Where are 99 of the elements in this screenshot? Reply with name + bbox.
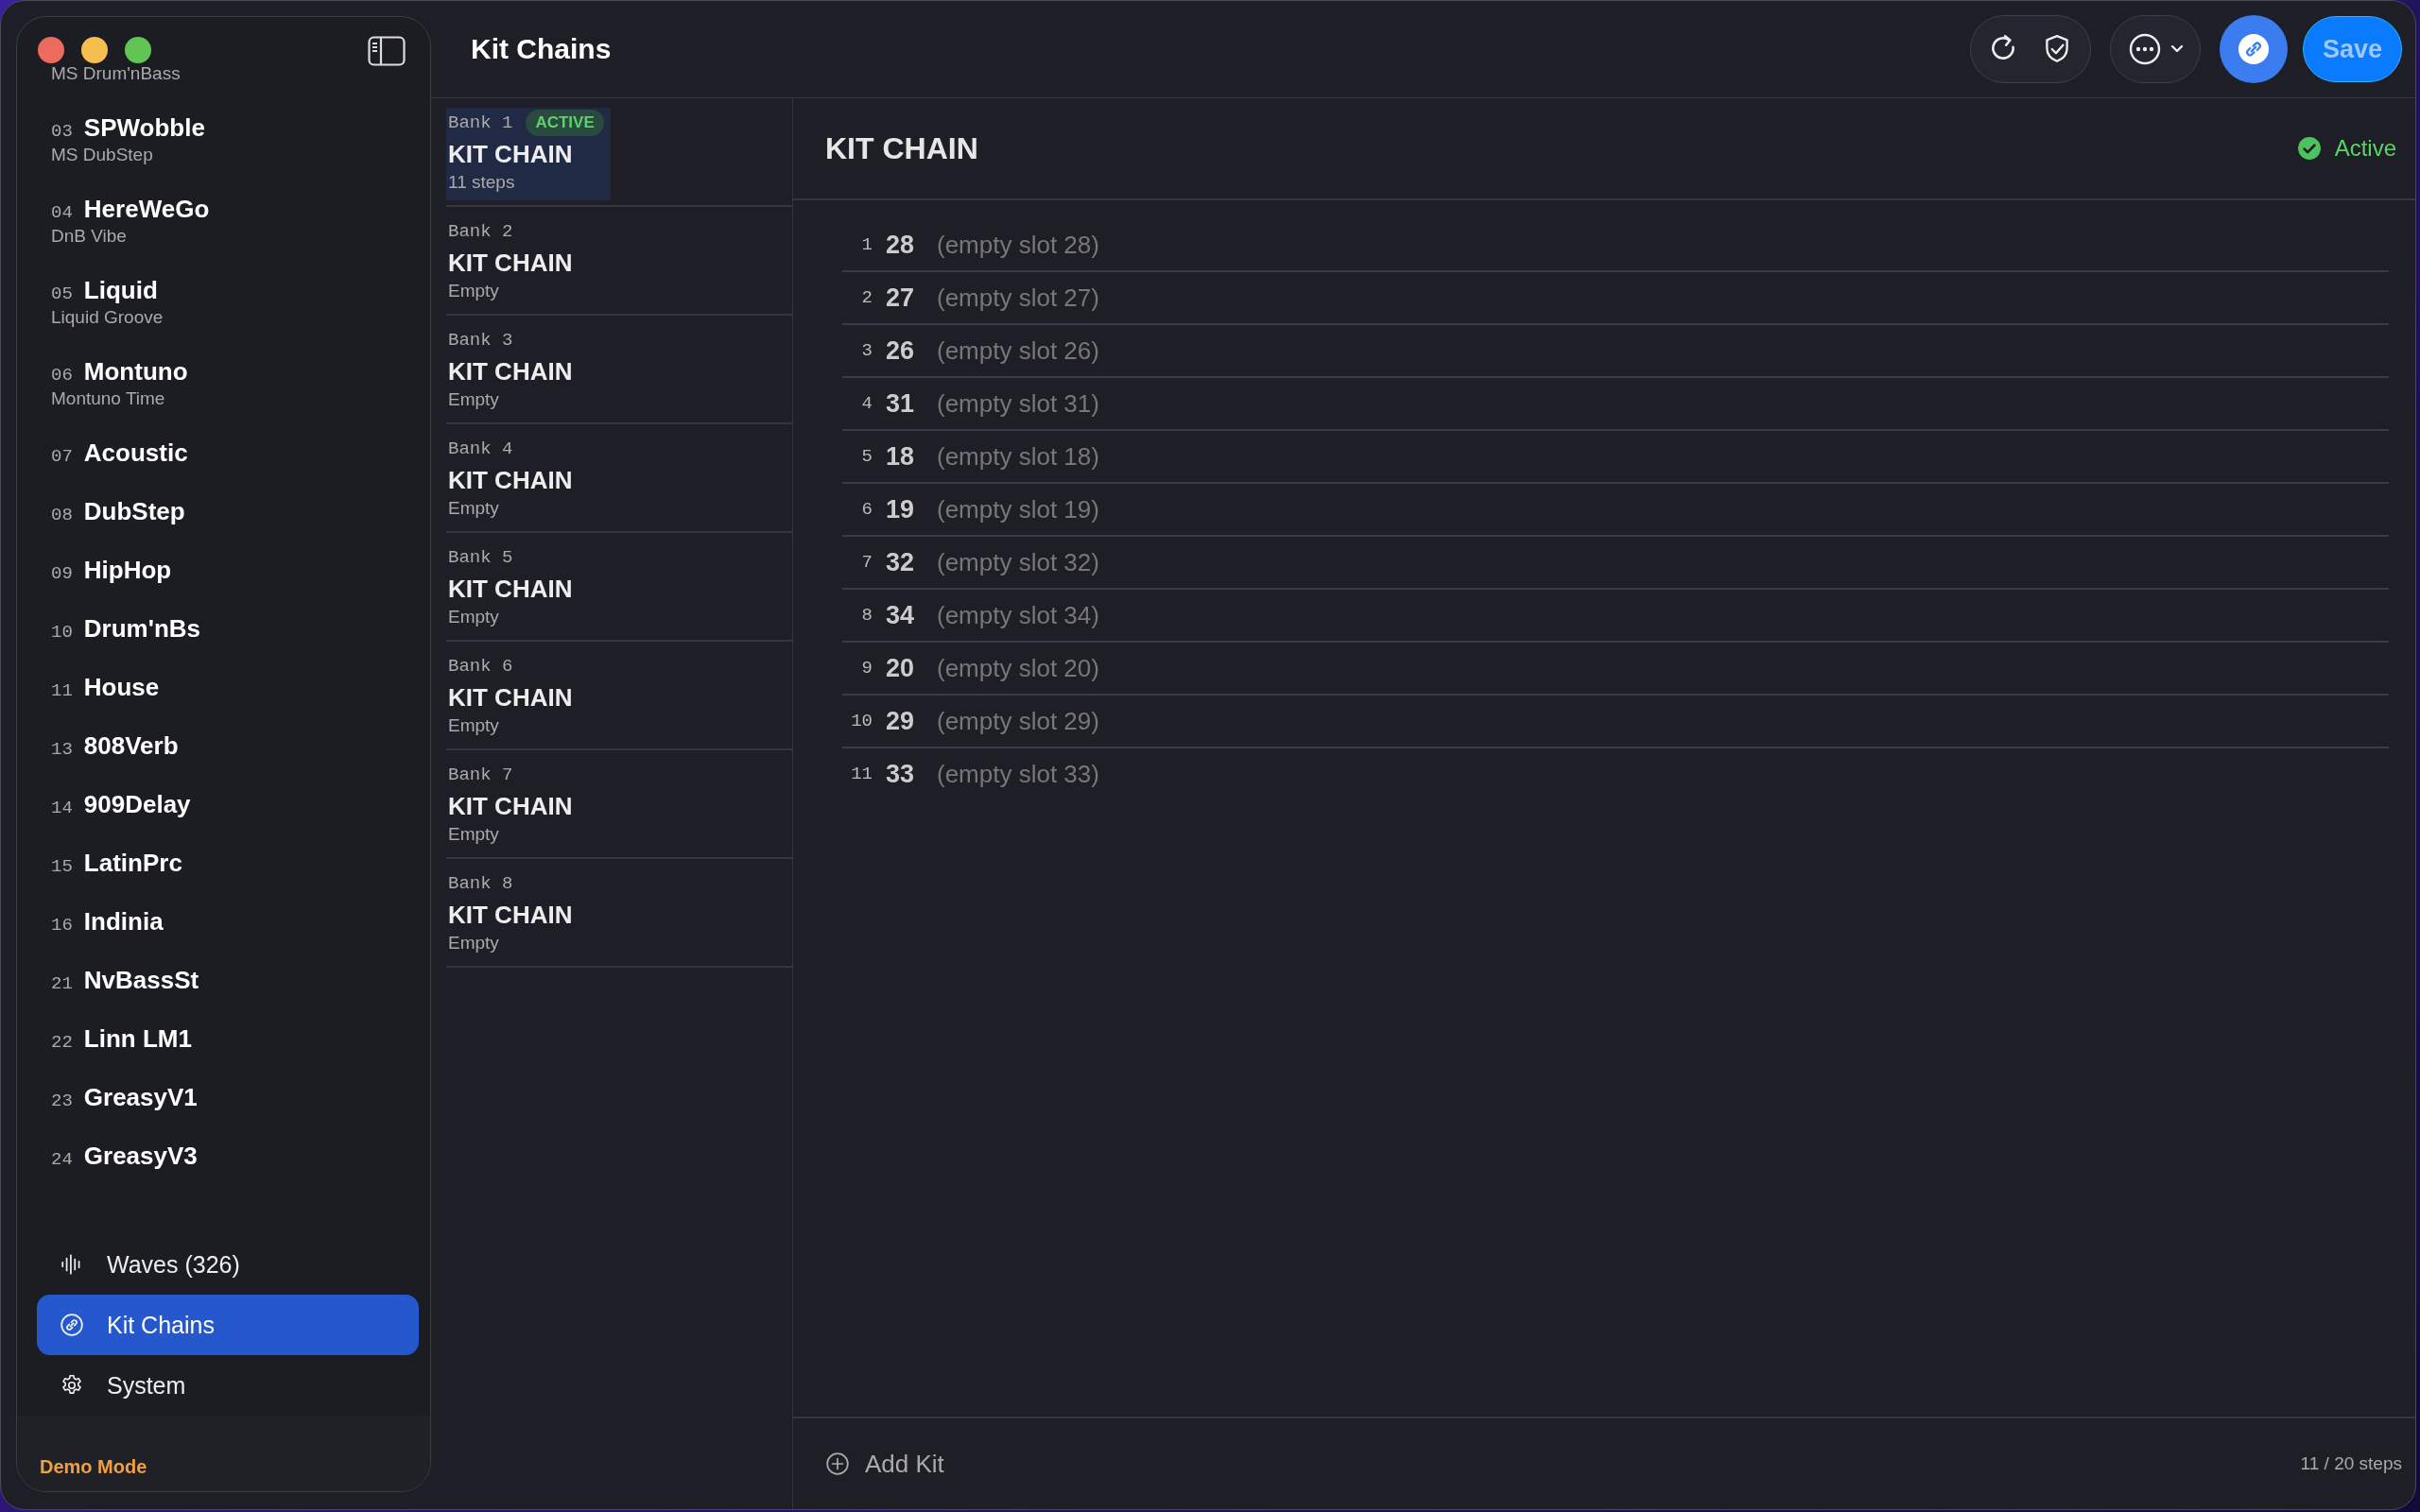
kit-number: 22 <box>51 1031 73 1055</box>
step-count: 11 / 20 steps <box>2300 1453 2402 1474</box>
step-index: 10 <box>850 711 873 731</box>
kit-number: 13 <box>51 738 73 762</box>
bank-item[interactable]: Bank 8 KIT CHAIN Empty <box>446 868 611 961</box>
kit-number: 15 <box>51 855 73 879</box>
step-index: 11 <box>850 764 873 784</box>
kit-number: 23 <box>51 1090 73 1113</box>
close-button[interactable] <box>38 37 64 63</box>
slot-name: (empty slot 27) <box>937 283 1099 313</box>
kit-subtitle: MS DubStep <box>51 144 153 166</box>
bank-item[interactable]: Bank 4 KIT CHAIN Empty <box>446 434 611 526</box>
kit-number: 08 <box>51 504 73 527</box>
chain-title: KIT CHAIN <box>825 130 979 166</box>
kit-number: 10 <box>51 621 73 644</box>
link-icon <box>2237 33 2270 65</box>
active-badge: ACTIVE <box>526 110 604 136</box>
slot-name: (empty slot 18) <box>937 441 1099 472</box>
slot-name: (empty slot 29) <box>937 706 1099 736</box>
step-index: 8 <box>860 605 873 626</box>
kit-number: 14 <box>51 797 73 820</box>
bank-item[interactable]: Bank 6 KIT CHAIN Empty <box>446 651 611 744</box>
window-title: Kit Chains <box>471 33 612 65</box>
slot-name: (empty slot 31) <box>937 388 1099 419</box>
slot-name: (empty slot 33) <box>937 759 1099 789</box>
kit-number: 33 <box>886 759 916 789</box>
kit-name[interactable]: GreasyV3 <box>83 1140 198 1172</box>
kit-number: 07 <box>51 445 73 469</box>
kit-name[interactable]: Drum'nBs <box>83 612 200 644</box>
kit-subtitle: Montuno Time <box>51 387 165 410</box>
plus-circle-icon <box>825 1452 850 1476</box>
sidebar-item[interactable]: Kit Chains <box>37 1295 419 1355</box>
slot-name: (empty slot 32) <box>937 547 1099 577</box>
step-index: 3 <box>860 340 873 361</box>
kit-number: 09 <box>51 562 73 586</box>
kit-name[interactable]: Linn LM1 <box>83 1022 192 1055</box>
status-label: Active <box>2334 135 2396 162</box>
kit-number: 18 <box>886 441 916 472</box>
more-icon <box>2127 32 2162 66</box>
kit-number: 28 <box>886 230 916 260</box>
kit-number: 21 <box>51 972 73 996</box>
kit-name[interactable]: House <box>83 671 160 703</box>
step-index: 1 <box>860 234 873 255</box>
step-index: 4 <box>860 393 873 414</box>
step-index: 2 <box>860 287 873 308</box>
kit-number: 32 <box>886 547 916 577</box>
check-circle-icon <box>2296 136 2322 161</box>
kit-number: 26 <box>886 335 916 366</box>
kit-name[interactable]: 808Verb <box>83 730 179 762</box>
kit-subtitle: MS Drum'nBass <box>51 62 181 85</box>
kit-name[interactable]: SPWobble <box>83 112 205 144</box>
kit-name[interactable]: LatinPrc <box>83 847 182 879</box>
kit-number: 16 <box>51 914 73 937</box>
add-kit-button[interactable]: Add Kit <box>825 1449 944 1479</box>
sidebar-item[interactable]: Waves (326) <box>37 1234 419 1295</box>
minimize-button[interactable] <box>81 37 108 63</box>
kit-number: 27 <box>886 283 916 313</box>
sidebar-toggle-icon[interactable] <box>368 36 406 66</box>
zoom-button[interactable] <box>125 37 151 63</box>
slot-name: (empty slot 28) <box>937 230 1099 260</box>
kit-name[interactable]: 909Delay <box>83 788 191 820</box>
kit-subtitle: Liquid Groove <box>51 306 164 329</box>
slot-name: (empty slot 34) <box>937 600 1099 630</box>
slot-name: (empty slot 20) <box>937 653 1099 683</box>
kit-number: 20 <box>886 653 916 683</box>
step-index: 9 <box>860 658 873 679</box>
kit-number: 31 <box>886 388 916 419</box>
slot-name: (empty slot 26) <box>937 335 1099 366</box>
bank-item[interactable]: Bank 2 KIT CHAIN Empty <box>446 216 611 309</box>
kit-name[interactable]: Montuno <box>83 355 188 387</box>
kit-name[interactable]: HereWeGo <box>83 193 210 225</box>
kit-number: 29 <box>886 706 916 736</box>
step-index: 6 <box>860 499 873 520</box>
bank-item[interactable]: Bank 3 KIT CHAIN Empty <box>446 325 611 418</box>
kit-number: 34 <box>886 600 916 630</box>
bank-item[interactable]: Bank 1 ACTIVE KIT CHAIN 11 steps <box>446 108 611 200</box>
kit-number: 06 <box>51 364 73 387</box>
bank-item[interactable]: Bank 7 KIT CHAIN Empty <box>446 760 611 852</box>
link-icon <box>60 1313 84 1337</box>
kit-subtitle: DnB Vibe <box>51 225 127 248</box>
kit-name[interactable]: GreasyV1 <box>83 1081 198 1113</box>
kit-name[interactable]: Liquid <box>83 274 158 306</box>
step-index: 5 <box>860 446 873 467</box>
step-index: 7 <box>860 552 873 573</box>
demo-mode-label: Demo Mode <box>40 1456 147 1478</box>
kit-number: 03 <box>51 120 73 144</box>
kit-name[interactable]: NvBassSt <box>83 964 199 996</box>
kit-name[interactable]: DubStep <box>83 495 185 527</box>
kit-number: 24 <box>51 1148 73 1172</box>
bank-item[interactable]: Bank 5 KIT CHAIN Empty <box>446 542 611 635</box>
kit-number: 11 <box>51 679 73 703</box>
kit-name[interactable]: HipHop <box>83 554 172 586</box>
sidebar-item[interactable]: System <box>37 1355 419 1416</box>
kit-name[interactable]: Acoustic <box>83 437 188 469</box>
kit-number: 05 <box>51 283 73 306</box>
kit-number: 04 <box>51 201 73 225</box>
slot-name: (empty slot 19) <box>937 494 1099 524</box>
kit-name[interactable]: Indinia <box>83 905 164 937</box>
kit-number: 19 <box>886 494 916 524</box>
